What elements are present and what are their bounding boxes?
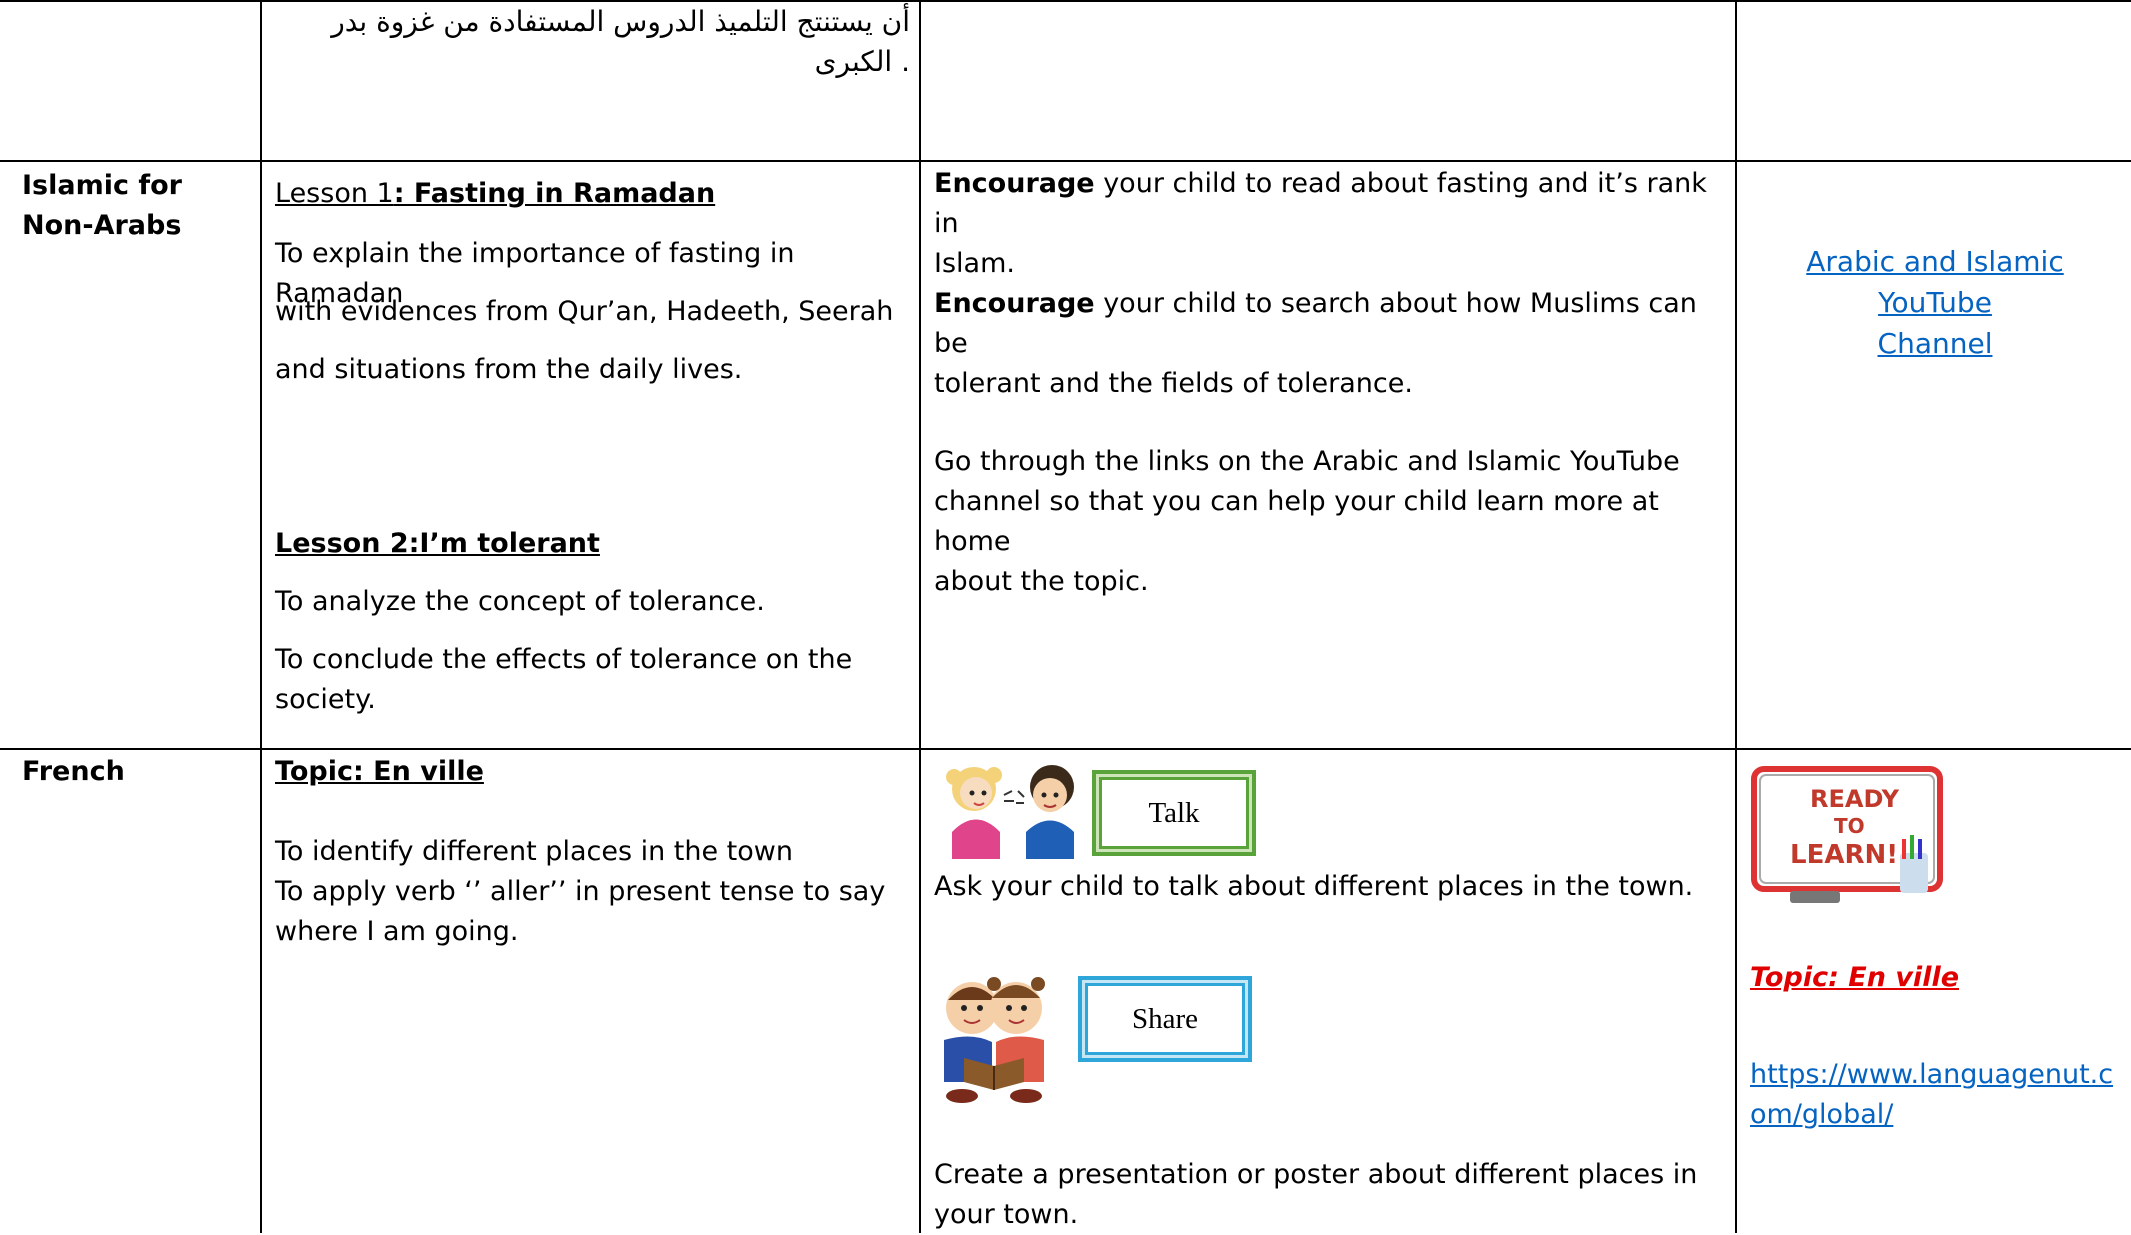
obj3-line2: society. [275, 684, 376, 715]
encourage-2-line1: Encourage your child to search about how… [934, 288, 1697, 359]
svg-text:TO: TO [1834, 814, 1865, 838]
french-obj2-line1: To apply verb ‘’ aller’’ in present tens… [275, 876, 886, 907]
col-divider-3 [1735, 0, 1737, 1233]
lesson2-title: Lesson 2:I’m tolerant [275, 528, 600, 559]
links-line3: about the topic. [934, 566, 1149, 597]
resource-topic: Topic: En ville [1750, 962, 1960, 993]
lesson1-prefix: Lesson 1 [275, 178, 394, 209]
lesson1-title: : Fasting in Ramadan [393, 178, 716, 209]
links-line2: channel so that you can help your child … [934, 486, 1659, 557]
talk-instruction: Ask your child to talk about different p… [934, 871, 1694, 902]
french-topic: Topic: En ville [275, 756, 484, 787]
subject-islamic: Islamic for Non-Arabs [22, 170, 182, 241]
french-resources: Topic: En ville https://www.languagenut.… [1750, 958, 2130, 1135]
obj1-line2: with evidences from Qur’an, Hadeeth, See… [275, 296, 894, 327]
encourage-1-line1: Encourage your child to read about fasti… [934, 168, 1707, 239]
share-instruction: Create a presentation or poster about di… [934, 1159, 1698, 1230]
french-objectives: Topic: En ville To identify different pl… [275, 752, 915, 952]
languagenut-link[interactable]: https://www.languagenut.c om/global/ [1750, 1059, 2113, 1130]
svg-text:LEARN!: LEARN! [1790, 840, 1898, 870]
obj1-line3: and situations from the daily lives. [275, 354, 743, 385]
arabic-line-1: أن يستنتج التلميذ الدروس المستفادة من غز… [331, 5, 910, 38]
encourage-2-line2: tolerant and the fields of tolerance. [934, 368, 1413, 399]
row-divider-1 [0, 160, 2131, 162]
arabic-objective: أن يستنتج التلميذ الدروس المستفادة من غز… [270, 2, 910, 82]
obj1-line1: To explain the importance of fasting in … [275, 238, 795, 309]
french-obj2-line2: where I am going. [275, 916, 519, 947]
encourage-1-line2: Islam. [934, 248, 1015, 279]
subject-french: French [22, 756, 125, 787]
obj2: To analyze the concept of tolerance. [275, 586, 765, 617]
islamic-objectives: Lesson 1: Fasting in Ramadan To explain … [275, 174, 915, 720]
obj3-line1: To conclude the effects of tolerance on … [275, 644, 853, 675]
french-obj1: To identify different places in the town [275, 836, 793, 867]
islamic-home-support: Encourage your child to read about fasti… [934, 164, 1729, 602]
arabic-line-2: . الكبرى [814, 45, 910, 78]
col-divider-1 [260, 0, 262, 1233]
col-divider-2 [919, 0, 921, 1233]
islamic-resource: Arabic and Islamic YouTube Channel [1745, 242, 2125, 365]
talk-button[interactable]: Talk [1092, 770, 1256, 856]
links-line1: Go through the links on the Arabic and I… [934, 446, 1680, 477]
svg-text:READY: READY [1810, 785, 1900, 813]
youtube-channel-link[interactable]: Arabic and Islamic YouTube Channel [1806, 245, 2063, 360]
share-button[interactable]: Share [1078, 976, 1252, 1062]
lesson1-heading: Lesson 1: Fasting in Ramadan [275, 174, 915, 234]
row-divider-2 [0, 748, 2131, 750]
reading-kids-icon [944, 977, 1045, 1103]
talking-kids-icon [934, 757, 1089, 862]
ready-to-learn-image: READY TO LEARN! [1751, 766, 1943, 903]
